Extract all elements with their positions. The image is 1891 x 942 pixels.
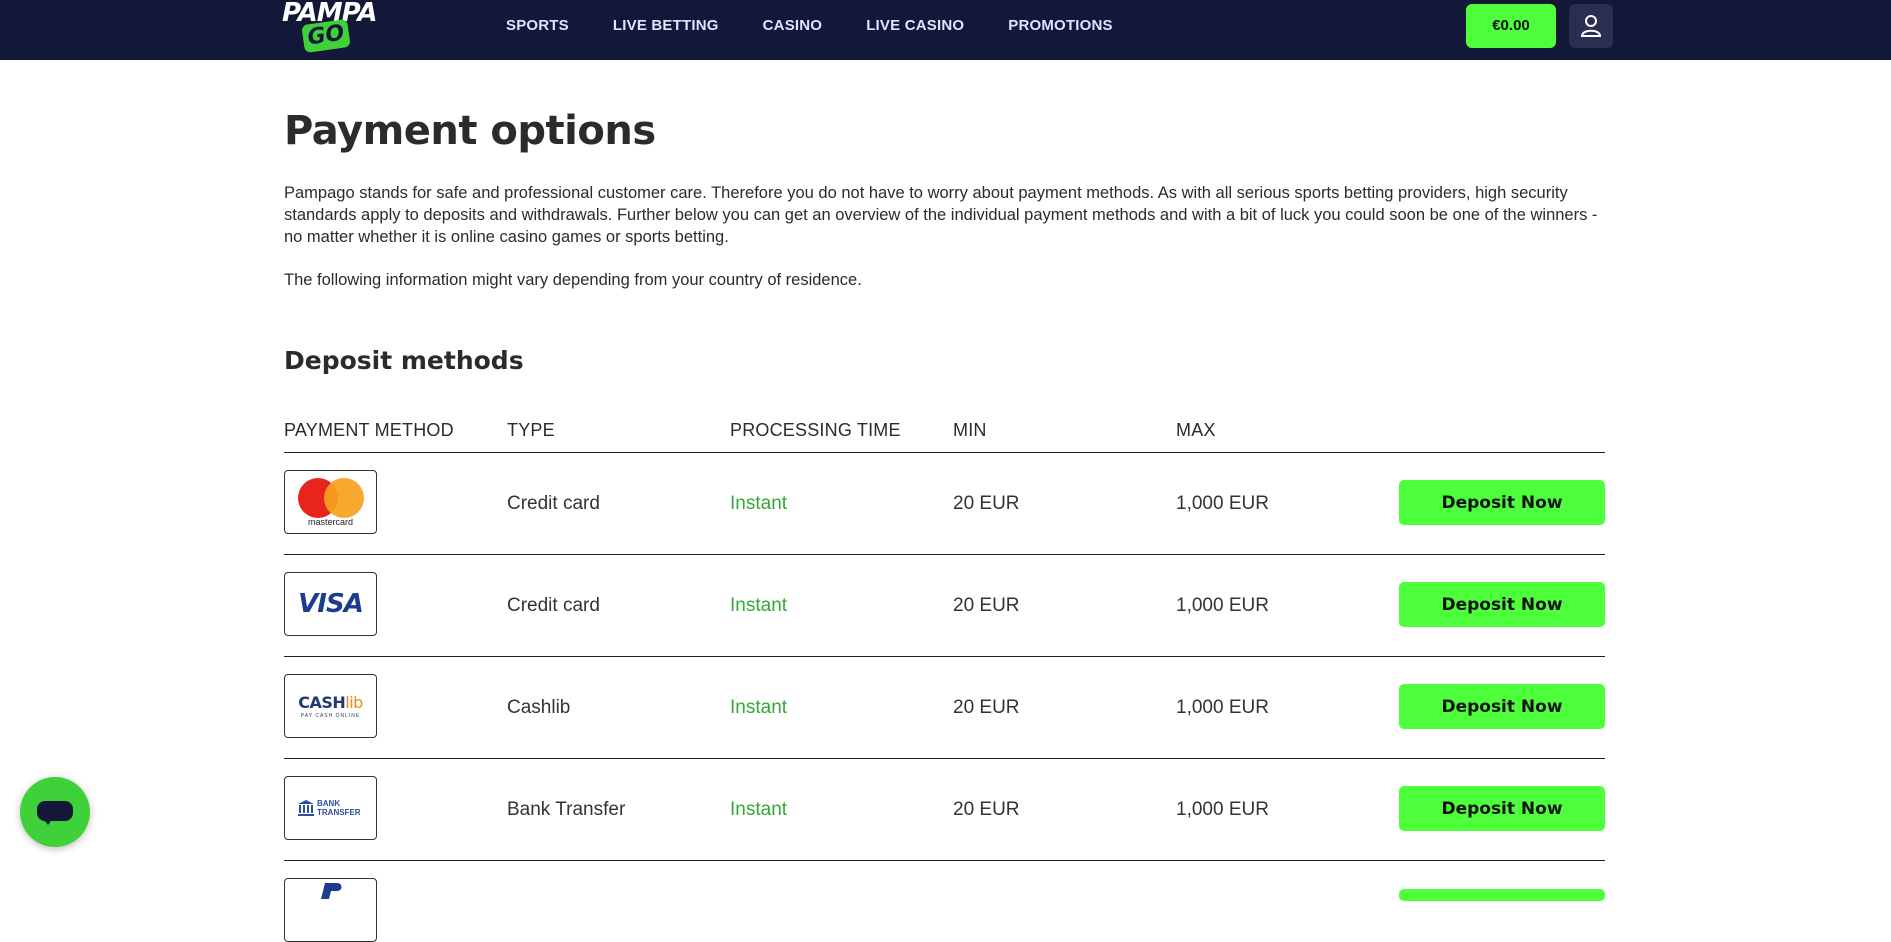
deposit-now-button[interactable]: Deposit Now — [1399, 684, 1605, 729]
cashlib-logo-text: CASHlib — [298, 693, 363, 712]
table-row-partial — [284, 861, 1605, 942]
processing-time: Instant — [730, 799, 788, 820]
page-title: Payment options — [284, 108, 656, 154]
min-amount: 20 EUR — [953, 799, 1020, 820]
table-row: VISA Credit card Instant 20 EUR 1,000 EU… — [284, 555, 1605, 657]
col-type: TYPE — [507, 420, 555, 440]
deposit-now-button[interactable]: Deposit Now — [1399, 480, 1605, 525]
intro-paragraph: Pampago stands for safe and professional… — [284, 184, 1598, 246]
table-header: PAYMENT METHOD TYPE PROCESSING TIME MIN … — [284, 410, 1605, 453]
table-row: CASHlib PAY CASH ONLINE Cashlib Instant … — [284, 657, 1605, 759]
main-nav: SPORTS LIVE BETTING CASINO LIVE CASINO P… — [506, 0, 1157, 52]
col-max: MAX — [1176, 420, 1216, 440]
top-header: PAMPA GO SPORTS LIVE BETTING CASINO LIVE… — [0, 0, 1891, 60]
deposit-now-button[interactable]: Deposit Now — [1399, 786, 1605, 831]
col-payment-method: PAYMENT METHOD — [284, 420, 454, 440]
max-amount: 1,000 EUR — [1176, 493, 1269, 514]
mastercard-orange-circle — [324, 478, 364, 518]
cashlib-logo-subtext: PAY CASH ONLINE — [300, 713, 361, 719]
min-amount: 20 EUR — [953, 493, 1020, 514]
processing-time: Instant — [730, 697, 788, 718]
logo-text-bottom: GO — [301, 18, 351, 54]
nav-casino[interactable]: CASINO — [763, 0, 823, 52]
user-icon — [1581, 15, 1601, 37]
deposit-methods-title: Deposit methods — [284, 346, 524, 375]
nav-live-casino[interactable]: LIVE CASINO — [866, 0, 964, 52]
nav-promotions[interactable]: PROMOTIONS — [1008, 0, 1113, 52]
paypal-logo — [284, 878, 377, 942]
max-amount: 1,000 EUR — [1176, 697, 1269, 718]
visa-logo: VISA — [284, 572, 377, 636]
deposit-now-button-partial[interactable] — [1399, 889, 1605, 901]
payment-type: Credit card — [507, 493, 600, 514]
pampago-logo[interactable]: PAMPA GO — [282, 0, 377, 54]
col-min: MIN — [953, 420, 987, 440]
col-processing-time: PROCESSING TIME — [730, 420, 901, 440]
payment-type: Bank Transfer — [507, 799, 626, 820]
user-account-button[interactable] — [1569, 4, 1613, 48]
deposit-now-button[interactable]: Deposit Now — [1399, 582, 1605, 627]
processing-time: Instant — [730, 493, 788, 514]
bank-icon — [298, 800, 314, 816]
table-row: mastercard Credit card Instant 20 EUR 1,… — [284, 453, 1605, 555]
balance-button[interactable]: €0.00 — [1466, 4, 1556, 48]
table-row: BANK TRANSFER Bank Transfer Instant 20 EU… — [284, 759, 1605, 861]
processing-time: Instant — [730, 595, 788, 616]
max-amount: 1,000 EUR — [1176, 595, 1269, 616]
bank-transfer-logo-text: BANK TRANSFER — [317, 799, 361, 817]
paypal-icon — [321, 883, 342, 899]
payment-type: Credit card — [507, 595, 600, 616]
chat-button[interactable] — [20, 777, 90, 847]
mastercard-logo-text: mastercard — [307, 517, 353, 527]
nav-live-betting[interactable]: LIVE BETTING — [613, 0, 719, 52]
deposit-methods-table: PAYMENT METHOD TYPE PROCESSING TIME MIN … — [284, 410, 1605, 942]
nav-sports[interactable]: SPORTS — [506, 0, 569, 52]
visa-logo-text: VISA — [298, 589, 364, 619]
min-amount: 20 EUR — [953, 595, 1020, 616]
mastercard-logo: mastercard — [284, 470, 377, 534]
cashlib-logo: CASHlib PAY CASH ONLINE — [284, 674, 377, 738]
payment-type: Cashlib — [507, 697, 571, 718]
min-amount: 20 EUR — [953, 697, 1020, 718]
chat-icon-tail — [42, 817, 54, 825]
residence-notice: The following information might vary dep… — [284, 271, 862, 289]
max-amount: 1,000 EUR — [1176, 799, 1269, 820]
bank-transfer-logo: BANK TRANSFER — [284, 776, 377, 840]
